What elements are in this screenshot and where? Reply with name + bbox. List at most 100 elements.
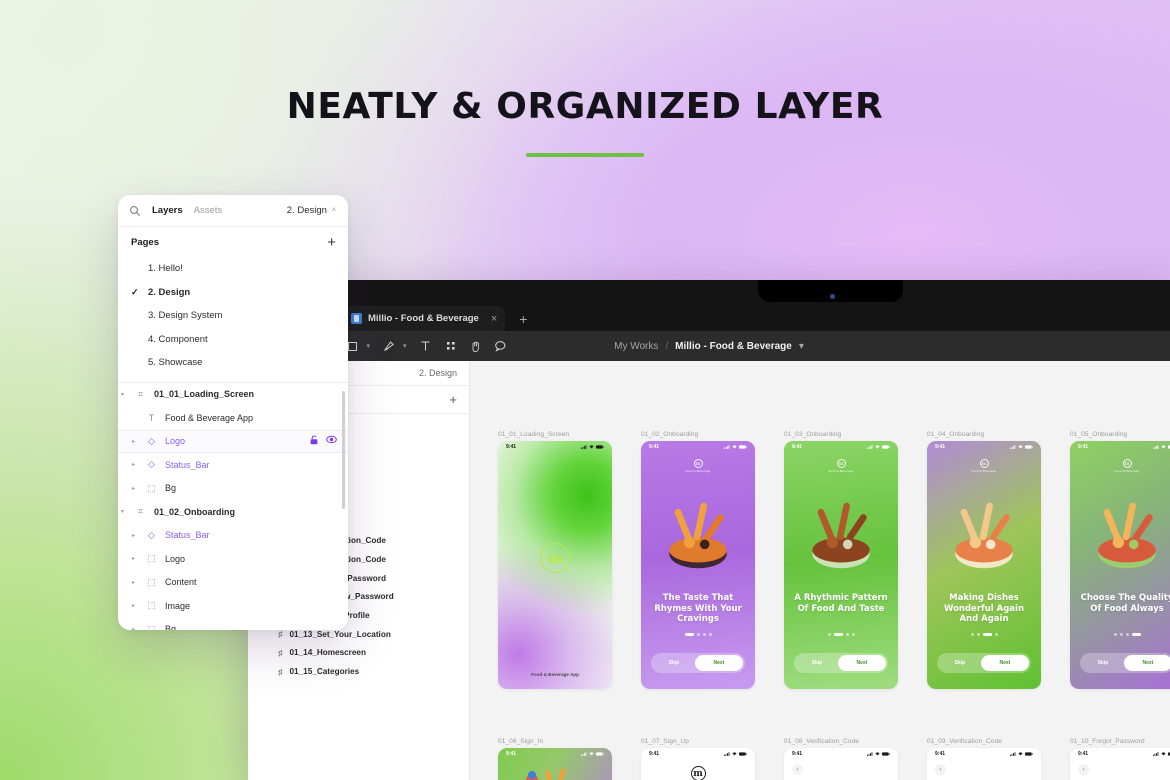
frame-tool-caret-icon[interactable]: ▾ [367, 342, 371, 350]
pagination-dot[interactable] [702, 633, 706, 636]
phone-frame[interactable]: 9:41‹VerificationWe Have Sent The Code V… [784, 748, 898, 780]
text-tool-icon[interactable] [415, 335, 437, 357]
pen-tool-caret-icon[interactable]: ▾ [403, 342, 407, 350]
frame-label[interactable]: 01_06_Sign_In [498, 738, 612, 745]
chevron-down-icon[interactable]: ▾ [799, 341, 804, 352]
pagination-dot[interactable] [1125, 633, 1129, 636]
frame-label[interactable]: 01_01_Loading_Screen [498, 431, 612, 438]
disclosure-caret-icon[interactable]: ▸ [129, 555, 138, 562]
close-icon[interactable]: × [491, 313, 497, 325]
disclosure-caret-icon[interactable]: ▸ [129, 461, 138, 468]
phone-frame[interactable]: 9:41 m Food & Beverage Choose The Quality O… [1070, 441, 1170, 689]
tab-assets[interactable]: Assets [194, 205, 223, 216]
frame-label[interactable]: 01_05_Onboarding [1070, 431, 1170, 438]
skip-button[interactable]: Skip [796, 660, 838, 666]
frame-label[interactable]: 01_09_Verification_Code [927, 738, 1041, 745]
layers-scrollbar[interactable] [342, 390, 345, 509]
layers-tree[interactable]: ▾ ⌗ 01_01_Loading_Screen T Food & Beverage A… [118, 383, 348, 630]
phone-frame[interactable]: 9:41 m Food & Beverage Making Dishes Wonder… [927, 441, 1041, 689]
pagination-dot[interactable] [982, 633, 992, 636]
layer-row[interactable]: ▾ ⌗ 01_02_Onboarding [118, 500, 348, 524]
skip-button[interactable]: Skip [1082, 660, 1124, 666]
eye-icon[interactable] [326, 435, 337, 447]
resources-tool-icon[interactable] [440, 335, 462, 357]
layer-row[interactable]: T Food & Beverage App [118, 406, 348, 430]
layer-row[interactable]: ▸ ◇ Status_Bar [118, 524, 348, 548]
next-button[interactable]: Next [980, 655, 1029, 671]
page-item-5[interactable]: 5. Showcase [118, 351, 348, 375]
lock-icon[interactable] [310, 435, 318, 447]
left-panel-frame-row[interactable]: ♯ 01_14_Homescreen [248, 644, 469, 663]
frame-label[interactable]: 01_10_Forgot_Password [1070, 738, 1170, 745]
phone-frame[interactable]: 9:41 m Food & Beverage App [498, 441, 612, 689]
layer-row[interactable]: ▸ ◇ Logo [118, 429, 348, 453]
page-item-3[interactable]: 3. Design System [118, 304, 348, 328]
back-button[interactable]: ‹ [792, 764, 803, 775]
pagination-dot[interactable] [976, 633, 980, 636]
pen-tool-icon[interactable] [378, 335, 400, 357]
phone-frame[interactable]: 9:41‹Forgot PasswordEnter Your E-Mail To… [1070, 748, 1170, 780]
page-item-2[interactable]: ✓ 2. Design [118, 281, 348, 305]
layer-row[interactable]: ▸ ⬚ Content [118, 571, 348, 595]
left-panel-frame-row[interactable]: ♯ 01_15_Categories [248, 662, 469, 681]
new-tab-button[interactable]: + [519, 311, 527, 327]
frame-label[interactable]: 01_08_Verification_Code [784, 738, 898, 745]
pagination-dot[interactable] [833, 633, 843, 636]
back-button[interactable]: ‹ [935, 764, 946, 775]
tab-layers[interactable]: Layers [152, 205, 183, 216]
breadcrumb-workspace[interactable]: My Works [614, 341, 658, 352]
pagination-dot[interactable] [708, 633, 712, 636]
frame-label[interactable]: 01_04_Onboarding [927, 431, 1041, 438]
next-button[interactable]: Next [1123, 655, 1170, 671]
layer-row[interactable]: ▸ ⬚ Bg [118, 618, 348, 630]
disclosure-caret-icon[interactable]: ▸ [129, 579, 138, 586]
disclosure-caret-icon[interactable]: ▸ [129, 485, 138, 492]
breadcrumb-file[interactable]: Millio - Food & Beverage [675, 341, 792, 352]
layer-row[interactable]: ▸ ⬚ Bg [118, 477, 348, 501]
phone-frame[interactable]: 9:41 m Food & Beverage The Taste That Rhyme… [641, 441, 755, 689]
hand-tool-icon[interactable] [465, 335, 487, 357]
skip-button[interactable]: Skip [653, 660, 695, 666]
page-selector[interactable]: 2. Design ˄ [287, 205, 336, 216]
pagination-dot[interactable] [1131, 633, 1141, 636]
next-button[interactable]: Next [837, 655, 886, 671]
browser-tab-millio[interactable]: Millio - Food & Beverage × [342, 306, 506, 331]
disclosure-caret-icon[interactable]: ▸ [129, 602, 138, 609]
layer-row[interactable]: ▸ ⬚ Logo [118, 547, 348, 571]
page-item-4[interactable]: 4. Component [118, 328, 348, 352]
skip-button[interactable]: Skip [939, 660, 981, 666]
disclosure-caret-icon[interactable]: ▸ [129, 438, 138, 445]
disclosure-caret-icon[interactable]: ▸ [129, 532, 138, 539]
frame-label[interactable]: 01_03_Onboarding [784, 431, 898, 438]
pagination-dot[interactable] [827, 633, 831, 636]
frame-label[interactable]: 01_02_Onboarding [641, 431, 755, 438]
disclosure-caret-icon[interactable]: ▾ [118, 508, 127, 515]
pagination-dot[interactable] [851, 633, 855, 636]
pagination-dot[interactable] [845, 633, 849, 636]
pagination-dot[interactable] [696, 633, 700, 636]
disclosure-caret-icon[interactable]: ▸ [129, 626, 138, 630]
phone-frame[interactable]: 9:41mCreate An AccountCreate a comfortab… [641, 748, 755, 780]
phone-frame[interactable]: 9:41Sign InAccess to your account [498, 748, 612, 780]
phone-frame[interactable]: 9:41 m Food & Beverage A Rhythmic Pattern O… [784, 441, 898, 689]
layer-row[interactable]: ▾ ⌗ 01_01_Loading_Screen [118, 383, 348, 407]
pagination-dot[interactable] [994, 633, 998, 636]
next-button[interactable]: Next [694, 655, 743, 671]
layer-row[interactable]: ▸ ◇ Status_Bar [118, 453, 348, 477]
figma-canvas[interactable]: 01_01_Loading_Screen 9:41 m Food & Beverage… [470, 361, 1170, 780]
pagination-dot[interactable] [684, 633, 694, 636]
pagination-dot[interactable] [970, 633, 974, 636]
page-item-1[interactable]: 1. Hello! [118, 257, 348, 281]
back-button[interactable]: ‹ [1078, 764, 1089, 775]
disclosure-caret-icon[interactable]: ▾ [118, 391, 127, 398]
phone-frame[interactable]: 9:41‹VerificationWe Have Sent The Code V… [927, 748, 1041, 780]
comment-tool-icon[interactable] [490, 335, 512, 357]
search-icon[interactable] [129, 205, 141, 217]
frame-label[interactable]: 01_07_Sign_Up [641, 738, 755, 745]
left-panel-frame-label: 01_14_Homescreen [289, 648, 366, 658]
status-bar-icons [1153, 752, 1170, 756]
layer-row[interactable]: ▸ ⬚ Image [118, 594, 348, 618]
pagination-dot[interactable] [1119, 633, 1123, 636]
pagination-dot[interactable] [1113, 633, 1117, 636]
add-page-button[interactable]: + [327, 235, 336, 250]
